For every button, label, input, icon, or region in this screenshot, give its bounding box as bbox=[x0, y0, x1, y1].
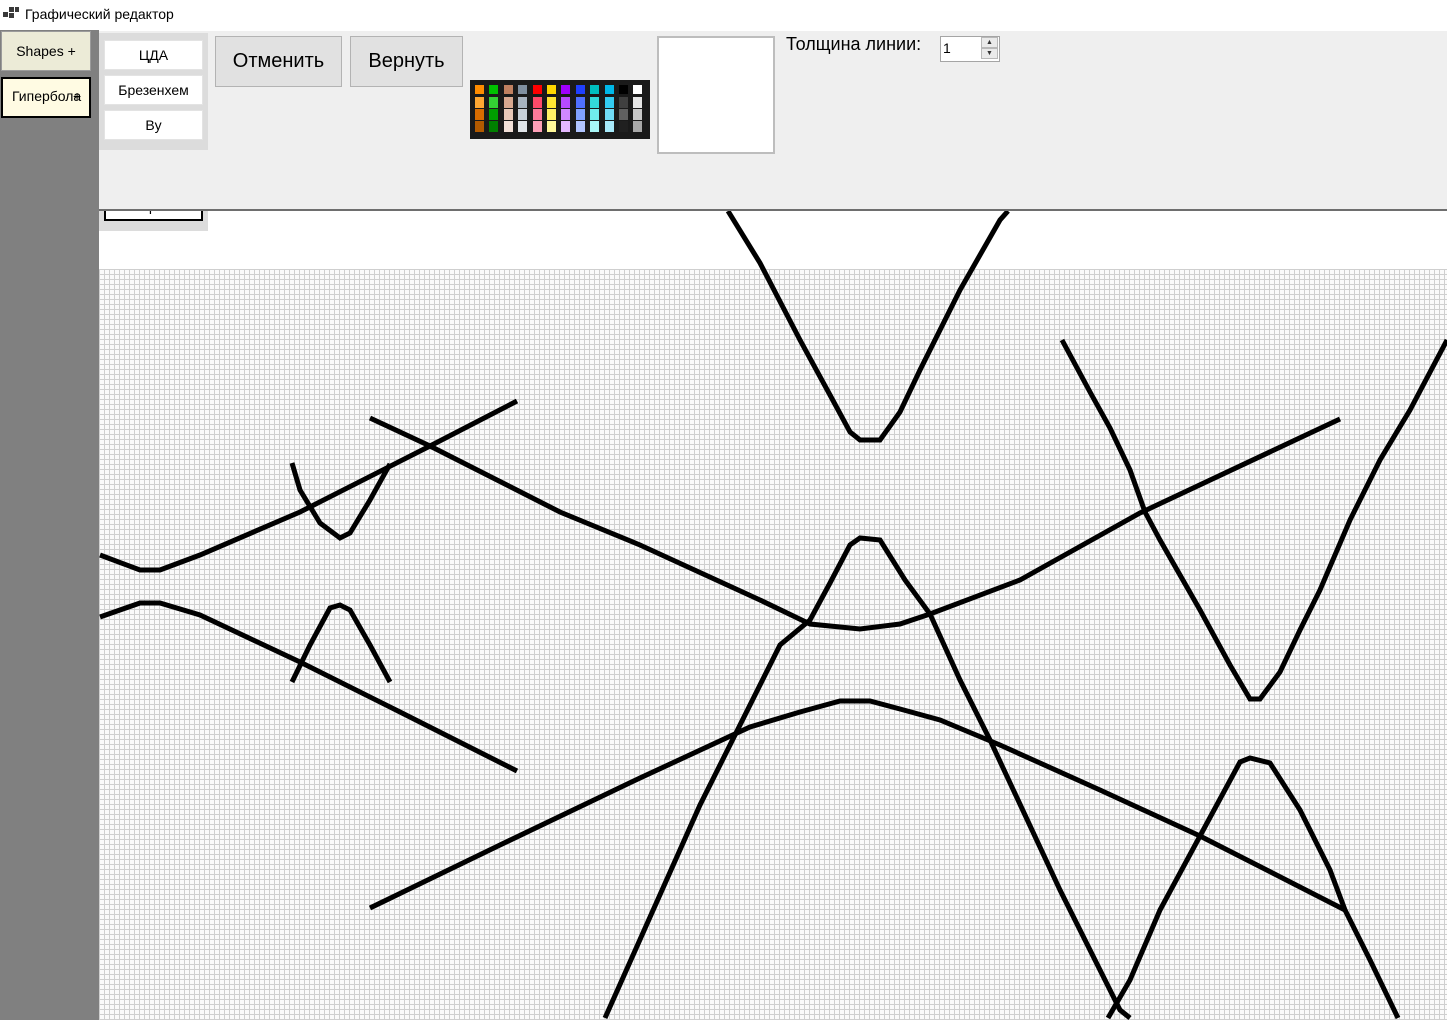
palette-swatch[interactable] bbox=[575, 97, 585, 108]
palette-swatch[interactable] bbox=[475, 121, 484, 132]
shapes-menu-button[interactable]: Shapes + bbox=[1, 31, 91, 71]
arrow-down-icon: ▼ bbox=[986, 50, 993, 57]
palette-swatch[interactable] bbox=[633, 121, 643, 132]
palette-swatch[interactable] bbox=[633, 85, 643, 94]
palette-swatch[interactable] bbox=[561, 109, 571, 120]
palette-swatch[interactable] bbox=[547, 109, 556, 120]
thickness-label: Толщина линии: bbox=[786, 34, 922, 54]
palette-swatch[interactable] bbox=[489, 109, 499, 120]
palette-swatch[interactable] bbox=[518, 97, 528, 108]
palette-swatch[interactable] bbox=[619, 97, 628, 108]
palette-swatch[interactable] bbox=[475, 97, 484, 108]
palette-swatch[interactable] bbox=[604, 109, 614, 120]
hidden-button-panel: Гипербола bbox=[99, 211, 208, 231]
palette-swatch[interactable] bbox=[489, 85, 499, 94]
app-window-icon bbox=[3, 7, 19, 21]
cda-algorithm-button[interactable]: ЦДА bbox=[104, 40, 203, 70]
plus-icon: + bbox=[73, 88, 82, 104]
palette-swatch[interactable] bbox=[561, 121, 571, 132]
window-title: Графический редактор bbox=[25, 6, 174, 22]
palette-swatch[interactable] bbox=[518, 109, 528, 120]
palette-swatch[interactable] bbox=[532, 109, 542, 120]
shapes-label: Shapes bbox=[16, 43, 64, 59]
palette-swatch[interactable] bbox=[633, 97, 643, 108]
palette-swatch[interactable] bbox=[575, 85, 585, 94]
canvas-top-area[interactable] bbox=[99, 211, 1447, 271]
palette-swatch[interactable] bbox=[532, 121, 542, 132]
palette-swatch[interactable] bbox=[604, 85, 614, 94]
palette-swatch[interactable] bbox=[590, 109, 600, 120]
palette-swatch[interactable] bbox=[518, 121, 528, 132]
palette-swatch[interactable] bbox=[619, 109, 628, 120]
palette-swatch[interactable] bbox=[575, 121, 585, 132]
selected-color-preview bbox=[657, 36, 775, 154]
palette-swatch[interactable] bbox=[619, 85, 628, 94]
palette-swatch[interactable] bbox=[489, 121, 499, 132]
palette-swatch[interactable] bbox=[547, 121, 556, 132]
palette-swatch[interactable] bbox=[503, 109, 513, 120]
redo-button[interactable]: Вернуть bbox=[350, 36, 463, 87]
palette-swatch[interactable] bbox=[489, 97, 499, 108]
palette-swatch[interactable] bbox=[590, 121, 600, 132]
palette-swatch[interactable] bbox=[503, 85, 513, 94]
palette-swatch[interactable] bbox=[475, 109, 484, 120]
palette-swatch[interactable] bbox=[503, 121, 513, 132]
plus-icon: + bbox=[67, 43, 76, 59]
palette-swatch[interactable] bbox=[547, 97, 556, 108]
palette-swatch[interactable] bbox=[575, 109, 585, 120]
spin-down-button[interactable]: ▼ bbox=[981, 48, 998, 59]
wu-algorithm-button[interactable]: Ву bbox=[104, 110, 203, 140]
palette-swatch[interactable] bbox=[532, 97, 542, 108]
undo-button[interactable]: Отменить bbox=[215, 36, 342, 87]
palette-swatch[interactable] bbox=[604, 121, 614, 132]
arrow-up-icon: ▲ bbox=[986, 39, 993, 46]
palette-swatch[interactable] bbox=[503, 97, 513, 108]
spin-up-button[interactable]: ▲ bbox=[981, 37, 998, 48]
palette-swatch[interactable] bbox=[561, 85, 571, 94]
hidden-hyperbola-button[interactable]: Гипербола bbox=[104, 211, 203, 221]
color-palette[interactable] bbox=[470, 80, 650, 139]
title-bar: Графический редактор bbox=[0, 0, 1447, 30]
hyperbola-label: Гипербола bbox=[12, 88, 82, 104]
bresenham-algorithm-button[interactable]: Брезенхем bbox=[104, 75, 203, 105]
palette-swatch[interactable] bbox=[518, 85, 528, 94]
thickness-value: 1 bbox=[943, 40, 951, 56]
palette-swatch[interactable] bbox=[590, 85, 600, 94]
palette-swatch[interactable] bbox=[590, 97, 600, 108]
palette-swatch[interactable] bbox=[532, 85, 542, 94]
palette-swatch[interactable] bbox=[475, 85, 484, 94]
left-sidebar bbox=[0, 30, 99, 1020]
drawing-canvas[interactable] bbox=[99, 269, 1447, 1020]
palette-swatch[interactable] bbox=[633, 109, 643, 120]
palette-swatch[interactable] bbox=[619, 121, 628, 132]
hyperbola-button[interactable]: Гипербола + bbox=[1, 77, 91, 118]
palette-swatch[interactable] bbox=[547, 85, 556, 94]
palette-swatch[interactable] bbox=[604, 97, 614, 108]
palette-swatch[interactable] bbox=[561, 97, 571, 108]
